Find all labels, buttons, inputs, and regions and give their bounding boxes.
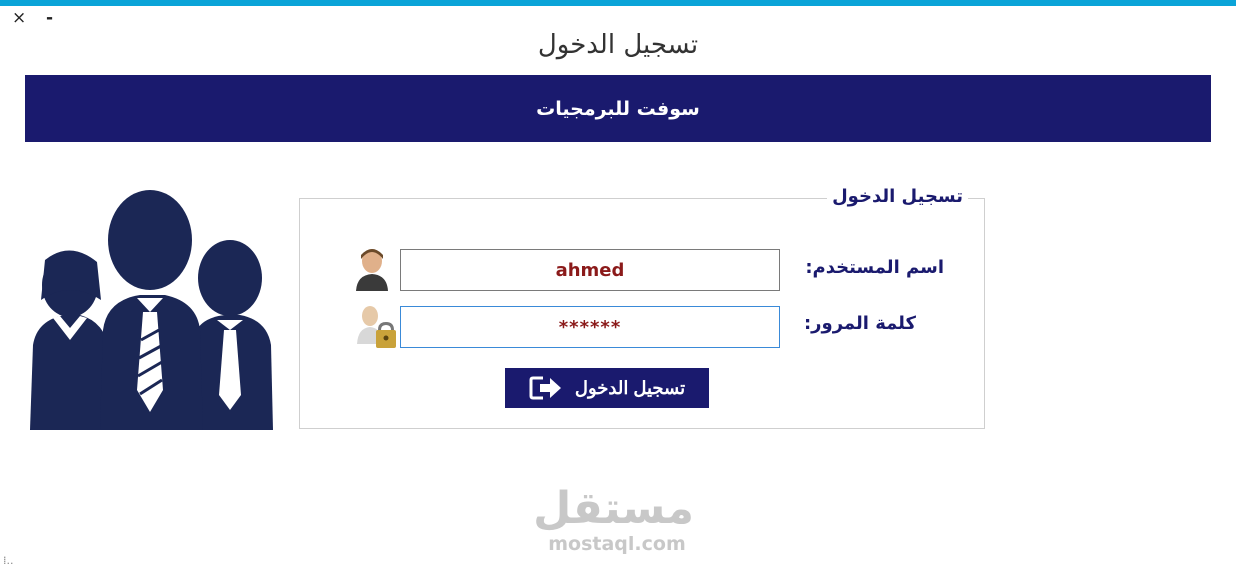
- password-label: كلمة المرور:: [803, 313, 916, 334]
- resize-grip[interactable]: ⁞..: [3, 554, 14, 567]
- company-name: سوفت للبرمجيات: [536, 97, 700, 120]
- login-button-label: تسجيل الدخول: [574, 377, 686, 398]
- username-label: اسم المستخدم:: [805, 257, 944, 278]
- user-icon: [356, 249, 388, 291]
- mostaql-watermark: مستقل mostaql.com: [533, 483, 694, 565]
- minimize-window-button[interactable]: -: [46, 8, 53, 28]
- users-group-icon: [30, 190, 273, 430]
- watermark-logo-text: مستقل: [533, 483, 694, 534]
- window-top-accent-bar: [0, 0, 1236, 6]
- login-arrow-icon: [529, 376, 561, 400]
- company-banner: سوفت للبرمجيات: [25, 75, 1211, 142]
- user-lock-icon: [357, 306, 396, 348]
- close-window-button[interactable]: ×: [12, 8, 26, 28]
- password-input[interactable]: [400, 306, 780, 348]
- watermark-url: mostaql.com: [548, 533, 686, 555]
- login-button[interactable]: تسجيل الدخول: [505, 368, 709, 408]
- login-groupbox: تسجيل الدخول اسم المستخدم: كلمة المرور: …: [299, 186, 985, 429]
- window-title: تسجيل الدخول: [537, 30, 699, 60]
- login-groupbox-legend: تسجيل الدخول: [827, 186, 968, 207]
- username-input[interactable]: [400, 249, 780, 291]
